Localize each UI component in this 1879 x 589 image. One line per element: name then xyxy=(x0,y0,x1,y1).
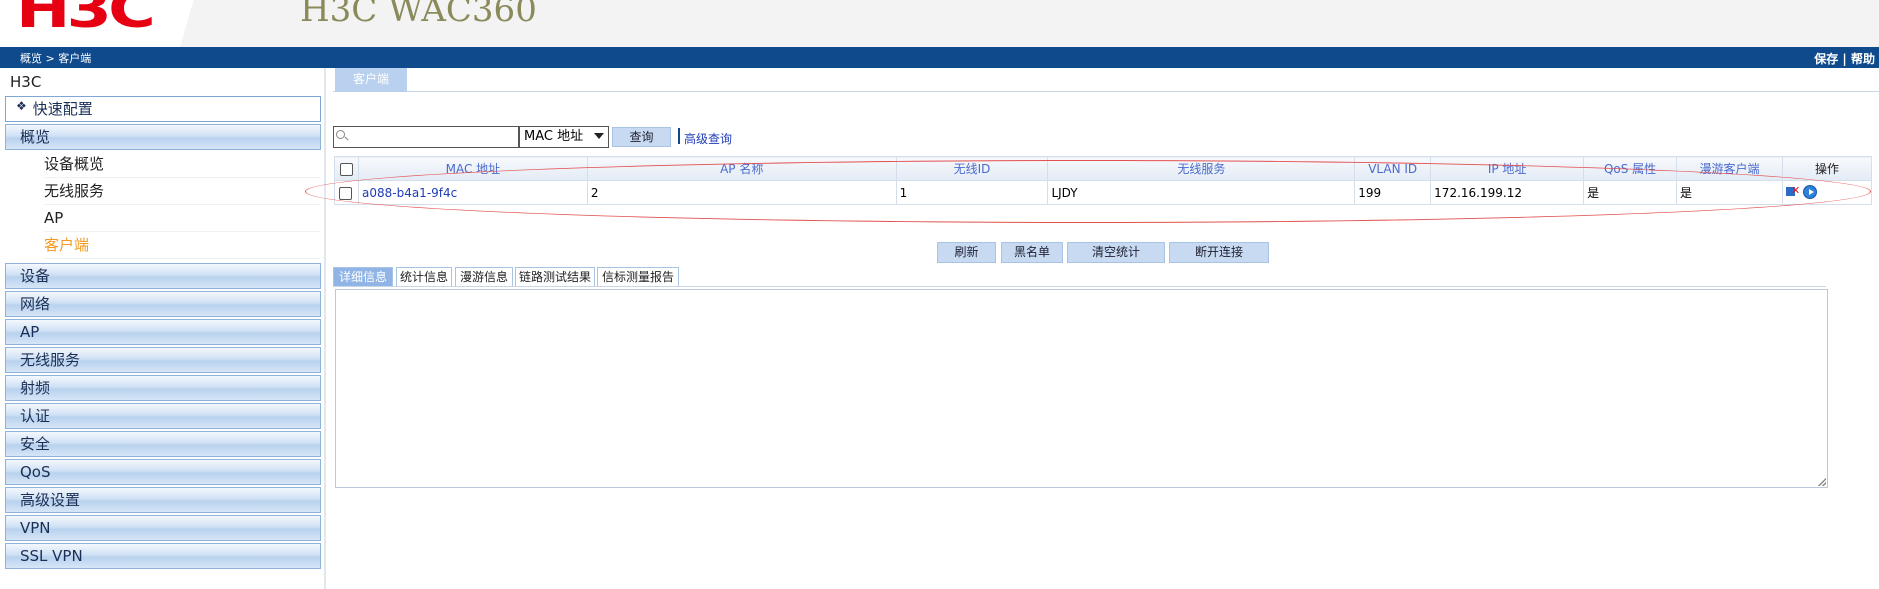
mac-link[interactable]: a088-b4a1-9f4c xyxy=(362,186,457,200)
cell-service: LJDY xyxy=(1047,180,1356,205)
sidebar-section-label: QoS xyxy=(20,463,51,481)
refresh-button[interactable]: 刷新 xyxy=(937,242,996,263)
select-all-cell xyxy=(334,156,359,181)
cell-roaming: 是 xyxy=(1676,180,1783,205)
tab-clients[interactable]: 客户端 xyxy=(335,68,407,92)
advanced-query-link[interactable]: 高级查询 xyxy=(684,130,732,147)
nav-bar: 概览 > 客户端 保存 | 帮助 xyxy=(0,47,1879,68)
sidebar-section-ssl-vpn[interactable]: SSL VPN xyxy=(5,543,321,569)
search-field-select[interactable]: MAC 地址 xyxy=(519,126,609,148)
cell-operation xyxy=(1781,180,1873,205)
sidebar-section-label: 设备 xyxy=(20,267,51,285)
sidebar-section-auth[interactable]: 认证 xyxy=(5,403,321,429)
save-link[interactable]: 保存 xyxy=(1814,52,1838,66)
chevron-down-icon xyxy=(594,133,604,139)
sidebar-item-ap[interactable]: AP xyxy=(44,205,320,232)
diamond-icon: ❖ xyxy=(16,99,27,113)
blacklist-button[interactable]: 黑名单 xyxy=(1001,242,1063,263)
sidebar-section-label: VPN xyxy=(20,519,51,537)
column-header-operation: 操作 xyxy=(1781,156,1873,181)
breadcrumb: 概览 > 客户端 xyxy=(20,52,91,65)
row-select-cell xyxy=(334,180,359,205)
sidebar-section-ap[interactable]: AP xyxy=(5,319,321,345)
sidebar-section-security[interactable]: 安全 xyxy=(5,431,321,457)
product-title: H3C WAC360 xyxy=(300,0,537,30)
select-all-checkbox[interactable] xyxy=(339,162,353,176)
help-link[interactable]: 帮助 xyxy=(1851,52,1875,66)
breadcrumb-item-clients: 客户端 xyxy=(58,52,92,65)
sidebar-section-radio[interactable]: 射频 xyxy=(5,375,321,401)
sidebar-item-clients[interactable]: 客户端 xyxy=(44,232,320,259)
sidebar-section-label: 认证 xyxy=(20,407,51,425)
tab-detail-info[interactable]: 详细信息 xyxy=(333,267,393,287)
sidebar-item-wireless-service[interactable]: 无线服务 xyxy=(44,178,320,205)
tab-statistics[interactable]: 统计信息 xyxy=(396,267,452,287)
disconnect-icon[interactable] xyxy=(1785,184,1800,198)
search-icon xyxy=(336,130,345,139)
breadcrumb-item-overview[interactable]: 概览 xyxy=(20,52,42,65)
cell-qos: 是 xyxy=(1583,180,1678,205)
app-header: H3C H3C WAC360 xyxy=(0,0,1879,47)
sidebar-section-label: 网络 xyxy=(20,295,51,313)
sidebar-section-wireless-service[interactable]: 无线服务 xyxy=(5,347,321,373)
detail-arrow-icon[interactable] xyxy=(1802,184,1817,199)
logo-text: H3C xyxy=(16,0,156,40)
resize-grip-icon[interactable] xyxy=(1818,478,1826,486)
sidebar-quick-config[interactable]: ❖ 快速配置 xyxy=(5,96,321,122)
sidebar-section-advanced[interactable]: 高级设置 xyxy=(5,487,321,513)
search-input[interactable] xyxy=(333,126,519,148)
tab-beacon-report[interactable]: 信标测量报告 xyxy=(597,267,679,287)
sidebar-section-vpn[interactable]: VPN xyxy=(5,515,321,541)
detail-tabs-underline xyxy=(333,286,1826,287)
search-field-select-value: MAC 地址 xyxy=(524,129,584,144)
row-checkbox[interactable] xyxy=(339,186,352,200)
table-row: a088-b4a1-9f4c 2 1 LJDY 199 172.16.199.1… xyxy=(334,180,1873,205)
disconnect-button[interactable]: 断开连接 xyxy=(1169,242,1269,263)
sidebar-quick-config-label: 快速配置 xyxy=(32,100,93,118)
sidebar-section-label: SSL VPN xyxy=(20,547,83,565)
sidebar-section-label: AP xyxy=(20,323,40,341)
sidebar-section-label: 无线服务 xyxy=(20,351,81,369)
search-row: MAC 地址 查询 高级查询 xyxy=(333,126,833,148)
cell-radio-id: 1 xyxy=(895,180,1049,205)
column-header-qos[interactable]: QoS 属性 xyxy=(1583,156,1678,181)
cell-mac: a088-b4a1-9f4c xyxy=(357,180,588,205)
cell-ap-name: 2 xyxy=(586,180,897,205)
top-links-separator: | xyxy=(1842,52,1847,66)
column-header-mac[interactable]: MAC 地址 xyxy=(357,156,588,181)
column-header-vlan[interactable]: VLAN ID xyxy=(1354,156,1432,181)
top-tab-bar: 客户端 xyxy=(333,68,1879,92)
sidebar-section-label: 概览 xyxy=(20,128,51,146)
tab-link-test[interactable]: 链路测试结果 xyxy=(515,267,595,287)
column-header-service[interactable]: 无线服务 xyxy=(1047,156,1356,181)
sidebar-section-device[interactable]: 设备 xyxy=(5,263,321,289)
sidebar-section-network[interactable]: 网络 xyxy=(5,291,321,317)
column-header-roaming[interactable]: 漫游客户端 xyxy=(1676,156,1783,181)
query-button[interactable]: 查询 xyxy=(612,127,671,147)
table-header-row: MAC 地址 AP 名称 无线ID 无线服务 VLAN ID IP 地址 QoS… xyxy=(334,156,1873,181)
breadcrumb-separator: > xyxy=(45,52,55,65)
sidebar-section-label: 高级设置 xyxy=(20,491,81,509)
column-header-ap-name[interactable]: AP 名称 xyxy=(586,156,897,181)
clear-stats-button[interactable]: 清空统计 xyxy=(1067,242,1165,263)
sidebar-section-overview[interactable]: 概览 xyxy=(5,124,321,150)
sidebar-root[interactable]: H3C xyxy=(10,73,41,91)
sidebar-section-qos[interactable]: QoS xyxy=(5,459,321,485)
column-header-radio-id[interactable]: 无线ID xyxy=(895,156,1049,181)
tab-roaming-info[interactable]: 漫游信息 xyxy=(455,267,513,287)
operation-icons xyxy=(1785,184,1817,199)
logo: H3C xyxy=(0,0,200,47)
cell-vlan: 199 xyxy=(1354,180,1432,205)
main-content: 客户端 MAC 地址 查询 高级查询 MAC 地址 AP 名称 无线ID 无线服… xyxy=(305,68,1879,589)
client-table: MAC 地址 AP 名称 无线ID 无线服务 VLAN ID IP 地址 QoS… xyxy=(334,156,1873,205)
sidebar-item-device-overview[interactable]: 设备概览 xyxy=(44,151,320,178)
top-links: 保存 | 帮助 xyxy=(1814,50,1875,67)
separator xyxy=(678,128,680,144)
detail-textarea[interactable] xyxy=(335,289,1828,488)
sidebar-section-label: 安全 xyxy=(20,435,51,453)
sidebar: H3C ❖ 快速配置 概览 设备概览 无线服务 AP 客户端 设备 网络 AP 无… xyxy=(0,68,326,589)
cell-ip: 172.16.199.12 xyxy=(1430,180,1585,205)
sidebar-section-label: 射频 xyxy=(20,379,51,397)
column-header-ip[interactable]: IP 地址 xyxy=(1430,156,1585,181)
